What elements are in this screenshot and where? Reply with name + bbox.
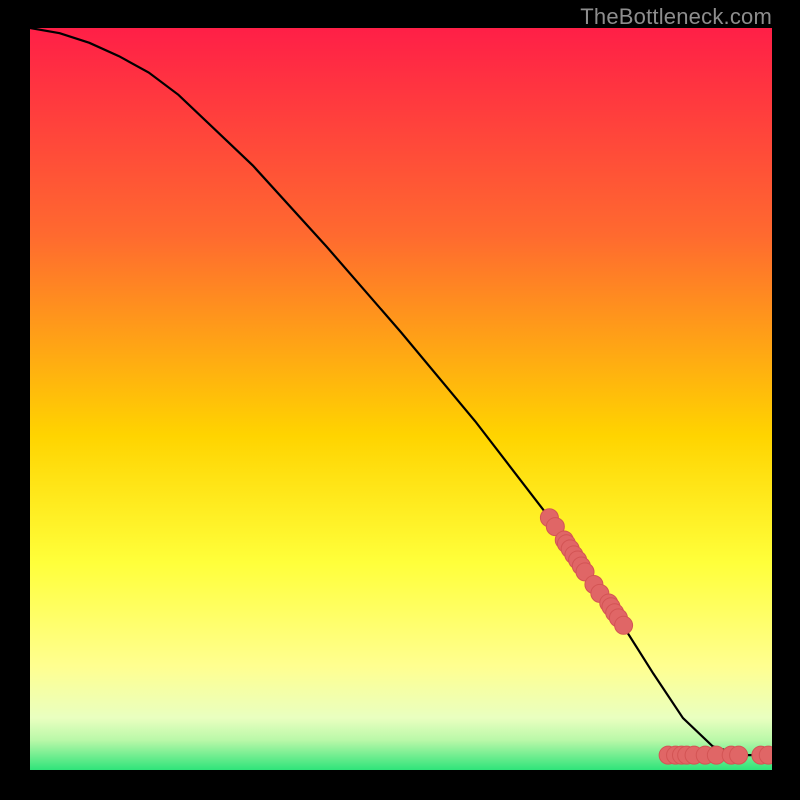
data-marker <box>615 616 633 634</box>
plot-area <box>30 28 772 770</box>
gradient-background <box>30 28 772 770</box>
data-marker <box>730 746 748 764</box>
data-marker <box>759 746 772 764</box>
markers-flat <box>659 746 772 764</box>
watermark-text: TheBottleneck.com <box>580 4 772 30</box>
chart-frame: TheBottleneck.com <box>0 0 800 800</box>
chart-svg <box>30 28 772 770</box>
